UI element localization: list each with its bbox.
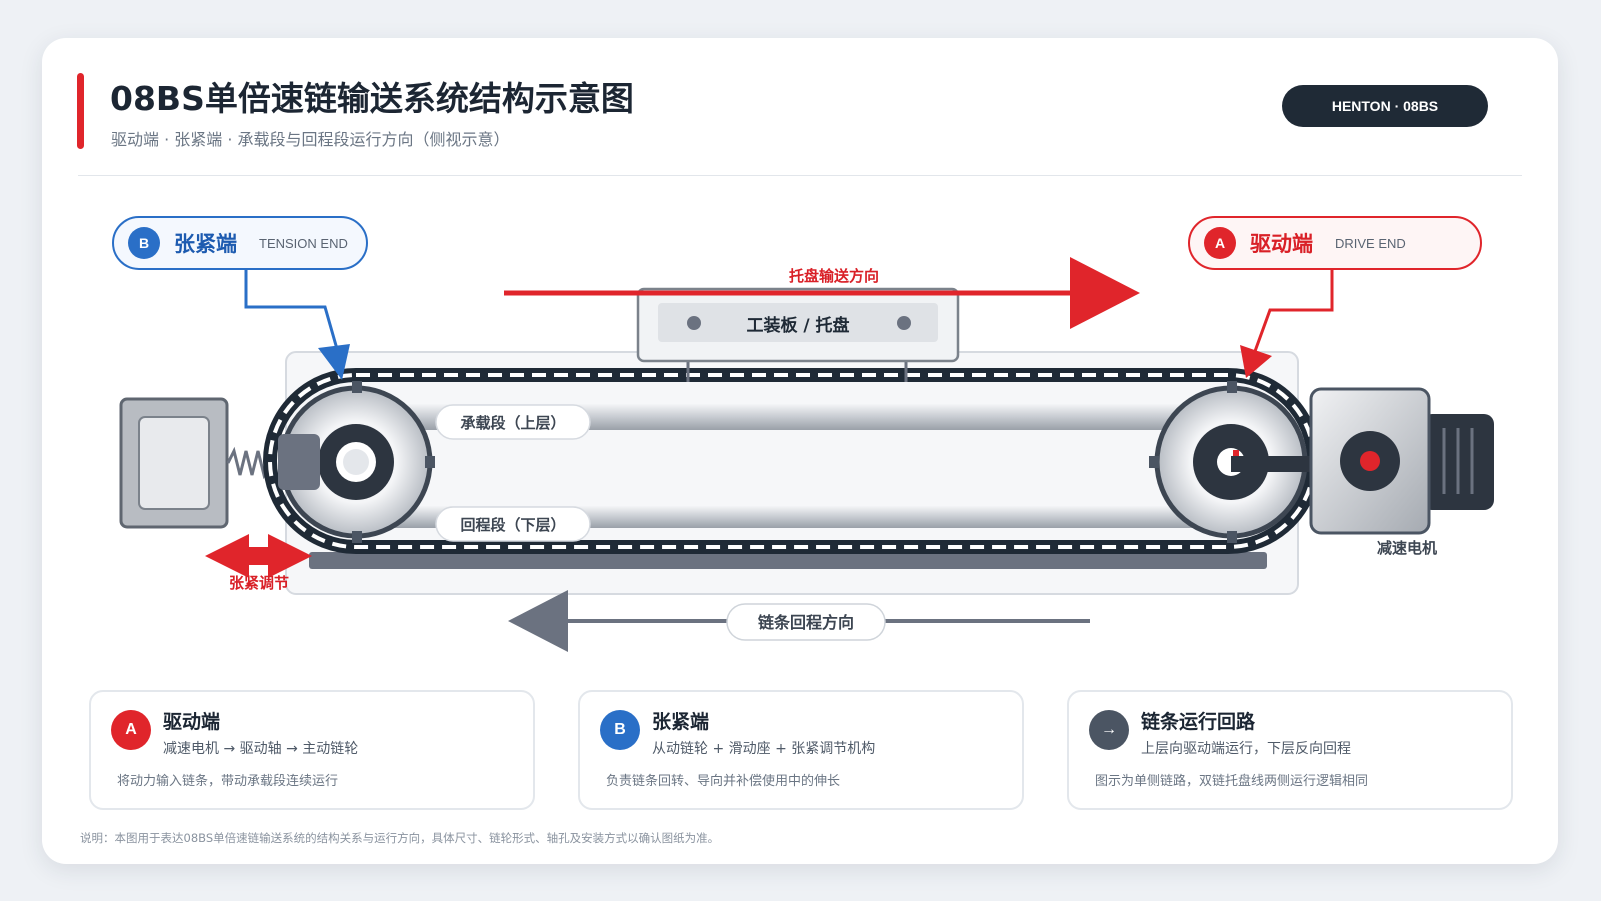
gear-motor: [1309, 387, 1494, 535]
info-card-line2: 图示为单侧链路，双链托盘线两侧运行逻辑相同: [1095, 774, 1369, 789]
upper-segment-label: 承载段（上层）: [460, 414, 565, 432]
tension-end-tag: B 张紧端 TENSION END: [112, 216, 368, 270]
upper-segment-pill: 承载段（上层）: [435, 404, 591, 440]
lower-segment-pill: 回程段（下层）: [435, 506, 591, 542]
pallet-label: 工装板 / 托盘: [746, 315, 849, 336]
tension-badge-icon: B: [128, 227, 160, 259]
drive-badge-icon: A: [1204, 227, 1236, 259]
motor-label: 减速电机: [1377, 539, 1437, 557]
info-card-title: 张紧端: [652, 711, 710, 733]
info-card-line1: 减速电机 → 驱动轴 → 主动链轮: [163, 741, 359, 757]
tension-end-name: 张紧端: [174, 232, 237, 256]
footnote: 说明：本图用于表达08BS单倍速链输送系统的结构关系与运行方向，具体尺寸、链轮形…: [80, 831, 720, 845]
tension-adjust-label: 张紧调节: [229, 574, 289, 592]
info-card-drive: A 驱动端 减速电机 → 驱动轴 → 主动链轮 将动力输入链条，带动承载段连续运…: [89, 690, 535, 810]
chain-return-label: 链条回程方向: [758, 613, 854, 632]
pallet-direction-label: 托盘输送方向: [789, 267, 879, 285]
drive-end-name: 驱动端: [1250, 232, 1313, 256]
arrow-right-icon: →: [1089, 710, 1129, 750]
lower-segment-label: 回程段（下层）: [460, 516, 565, 534]
base-rail: [309, 552, 1267, 569]
info-card-line1: 上层向驱动端运行，下层反向回程: [1141, 741, 1351, 757]
tension-adjuster-box: [119, 397, 229, 529]
info-card-line1: 从动链轮 + 滑动座 + 张紧调节机构: [652, 741, 876, 757]
drive-badge-icon: A: [111, 710, 151, 750]
chain-return-arrow: 链条回程方向: [508, 590, 1090, 652]
tension-end-en: TENSION END: [259, 235, 348, 251]
drive-end-en: DRIVE END: [1335, 235, 1406, 251]
info-card-title: 链条运行回路: [1141, 711, 1256, 733]
info-card-line2: 负责链条回转、导向并补偿使用中的伸长: [606, 774, 841, 789]
drive-end-tag: A 驱动端 DRIVE END: [1188, 216, 1482, 270]
info-card-loop: → 链条运行回路 上层向驱动端运行，下层反向回程 图示为单侧链路，双链托盘线两侧…: [1067, 690, 1513, 810]
info-card-tension: B 张紧端 从动链轮 + 滑动座 + 张紧调节机构 负责链条回转、导向并补偿使用…: [578, 690, 1024, 810]
tension-badge-icon: B: [600, 710, 640, 750]
info-card-line2: 将动力输入链条，带动承载段连续运行: [117, 774, 339, 789]
info-card-title: 驱动端: [163, 711, 221, 733]
